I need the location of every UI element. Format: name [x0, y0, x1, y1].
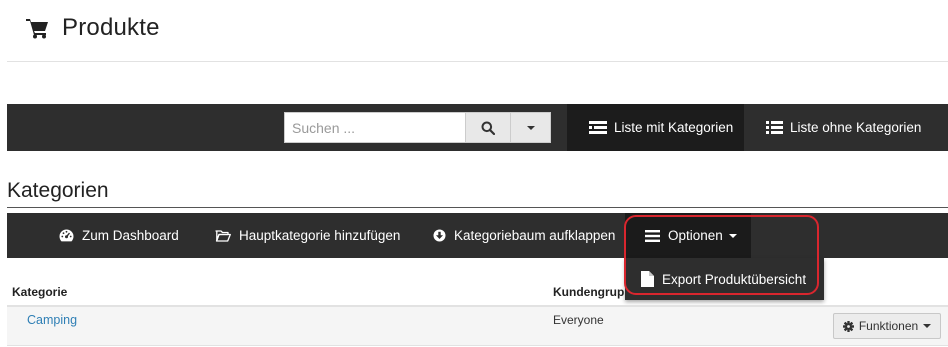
column-header-kategorie[interactable]: Kategorie — [12, 285, 67, 299]
category-link-camping[interactable]: Camping — [27, 313, 77, 327]
section-title: Kategorien — [7, 179, 109, 202]
caret-down-icon — [728, 233, 737, 238]
page-header: Produkte — [26, 12, 160, 44]
dashboard-link[interactable]: Zum Dashboard — [59, 213, 179, 258]
tab-list-without-categories-label: Liste ohne Kategorien — [790, 120, 922, 135]
search-input[interactable] — [284, 112, 466, 143]
caret-down-icon — [526, 125, 535, 130]
expand-category-tree-button[interactable]: Kategoriebaum aufklappen — [433, 213, 615, 258]
list-with-categories-icon — [589, 120, 607, 134]
search-icon — [481, 121, 495, 135]
file-icon — [641, 271, 654, 287]
search-options-dropdown-button[interactable] — [510, 112, 551, 143]
export-product-overview-item[interactable]: Export Produktübersicht — [641, 271, 806, 287]
search-button[interactable] — [465, 112, 511, 143]
add-main-category-label: Hauptkategorie hinzufügen — [239, 228, 401, 243]
options-dropdown-button[interactable]: Optionen — [625, 213, 751, 258]
arrow-circle-down-icon — [433, 229, 446, 242]
add-main-category-button[interactable]: Hauptkategorie hinzufügen — [215, 213, 400, 258]
shopping-cart-icon — [26, 19, 48, 39]
options-dropdown-menu: Export Produktübersicht — [625, 258, 824, 300]
category-toolbar: Zum Dashboard Hauptkategorie hinzufügen … — [7, 213, 948, 258]
section-divider — [7, 207, 948, 208]
tab-list-with-categories[interactable]: Liste mit Kategorien — [567, 104, 744, 151]
functions-dropdown-button[interactable]: Funktionen — [833, 313, 941, 339]
product-toolbar: Liste mit Kategorien Liste ohne Kategori… — [7, 104, 948, 151]
table-row: Camping Everyone Funktionen — [7, 307, 948, 346]
folder-open-icon — [215, 230, 231, 242]
export-product-overview-label: Export Produktübersicht — [662, 271, 807, 287]
options-label: Optionen — [668, 228, 723, 243]
dashboard-link-label: Zum Dashboard — [82, 228, 179, 243]
gear-icon — [842, 320, 854, 332]
list-icon — [766, 120, 783, 134]
customer-group-cell: Everyone — [553, 313, 604, 327]
dashboard-icon — [59, 229, 74, 242]
caret-down-icon — [923, 324, 932, 328]
tab-list-without-categories[interactable]: Liste ohne Kategorien — [744, 104, 948, 151]
functions-label: Funktionen — [858, 319, 919, 333]
bars-icon — [645, 229, 660, 242]
expand-category-tree-label: Kategoriebaum aufklappen — [454, 228, 616, 243]
tab-list-with-categories-label: Liste mit Kategorien — [614, 120, 734, 135]
column-header-kundengruppe[interactable]: Kundengrup — [553, 285, 624, 299]
page-title: Produkte — [62, 14, 160, 41]
header-divider — [7, 61, 948, 62]
